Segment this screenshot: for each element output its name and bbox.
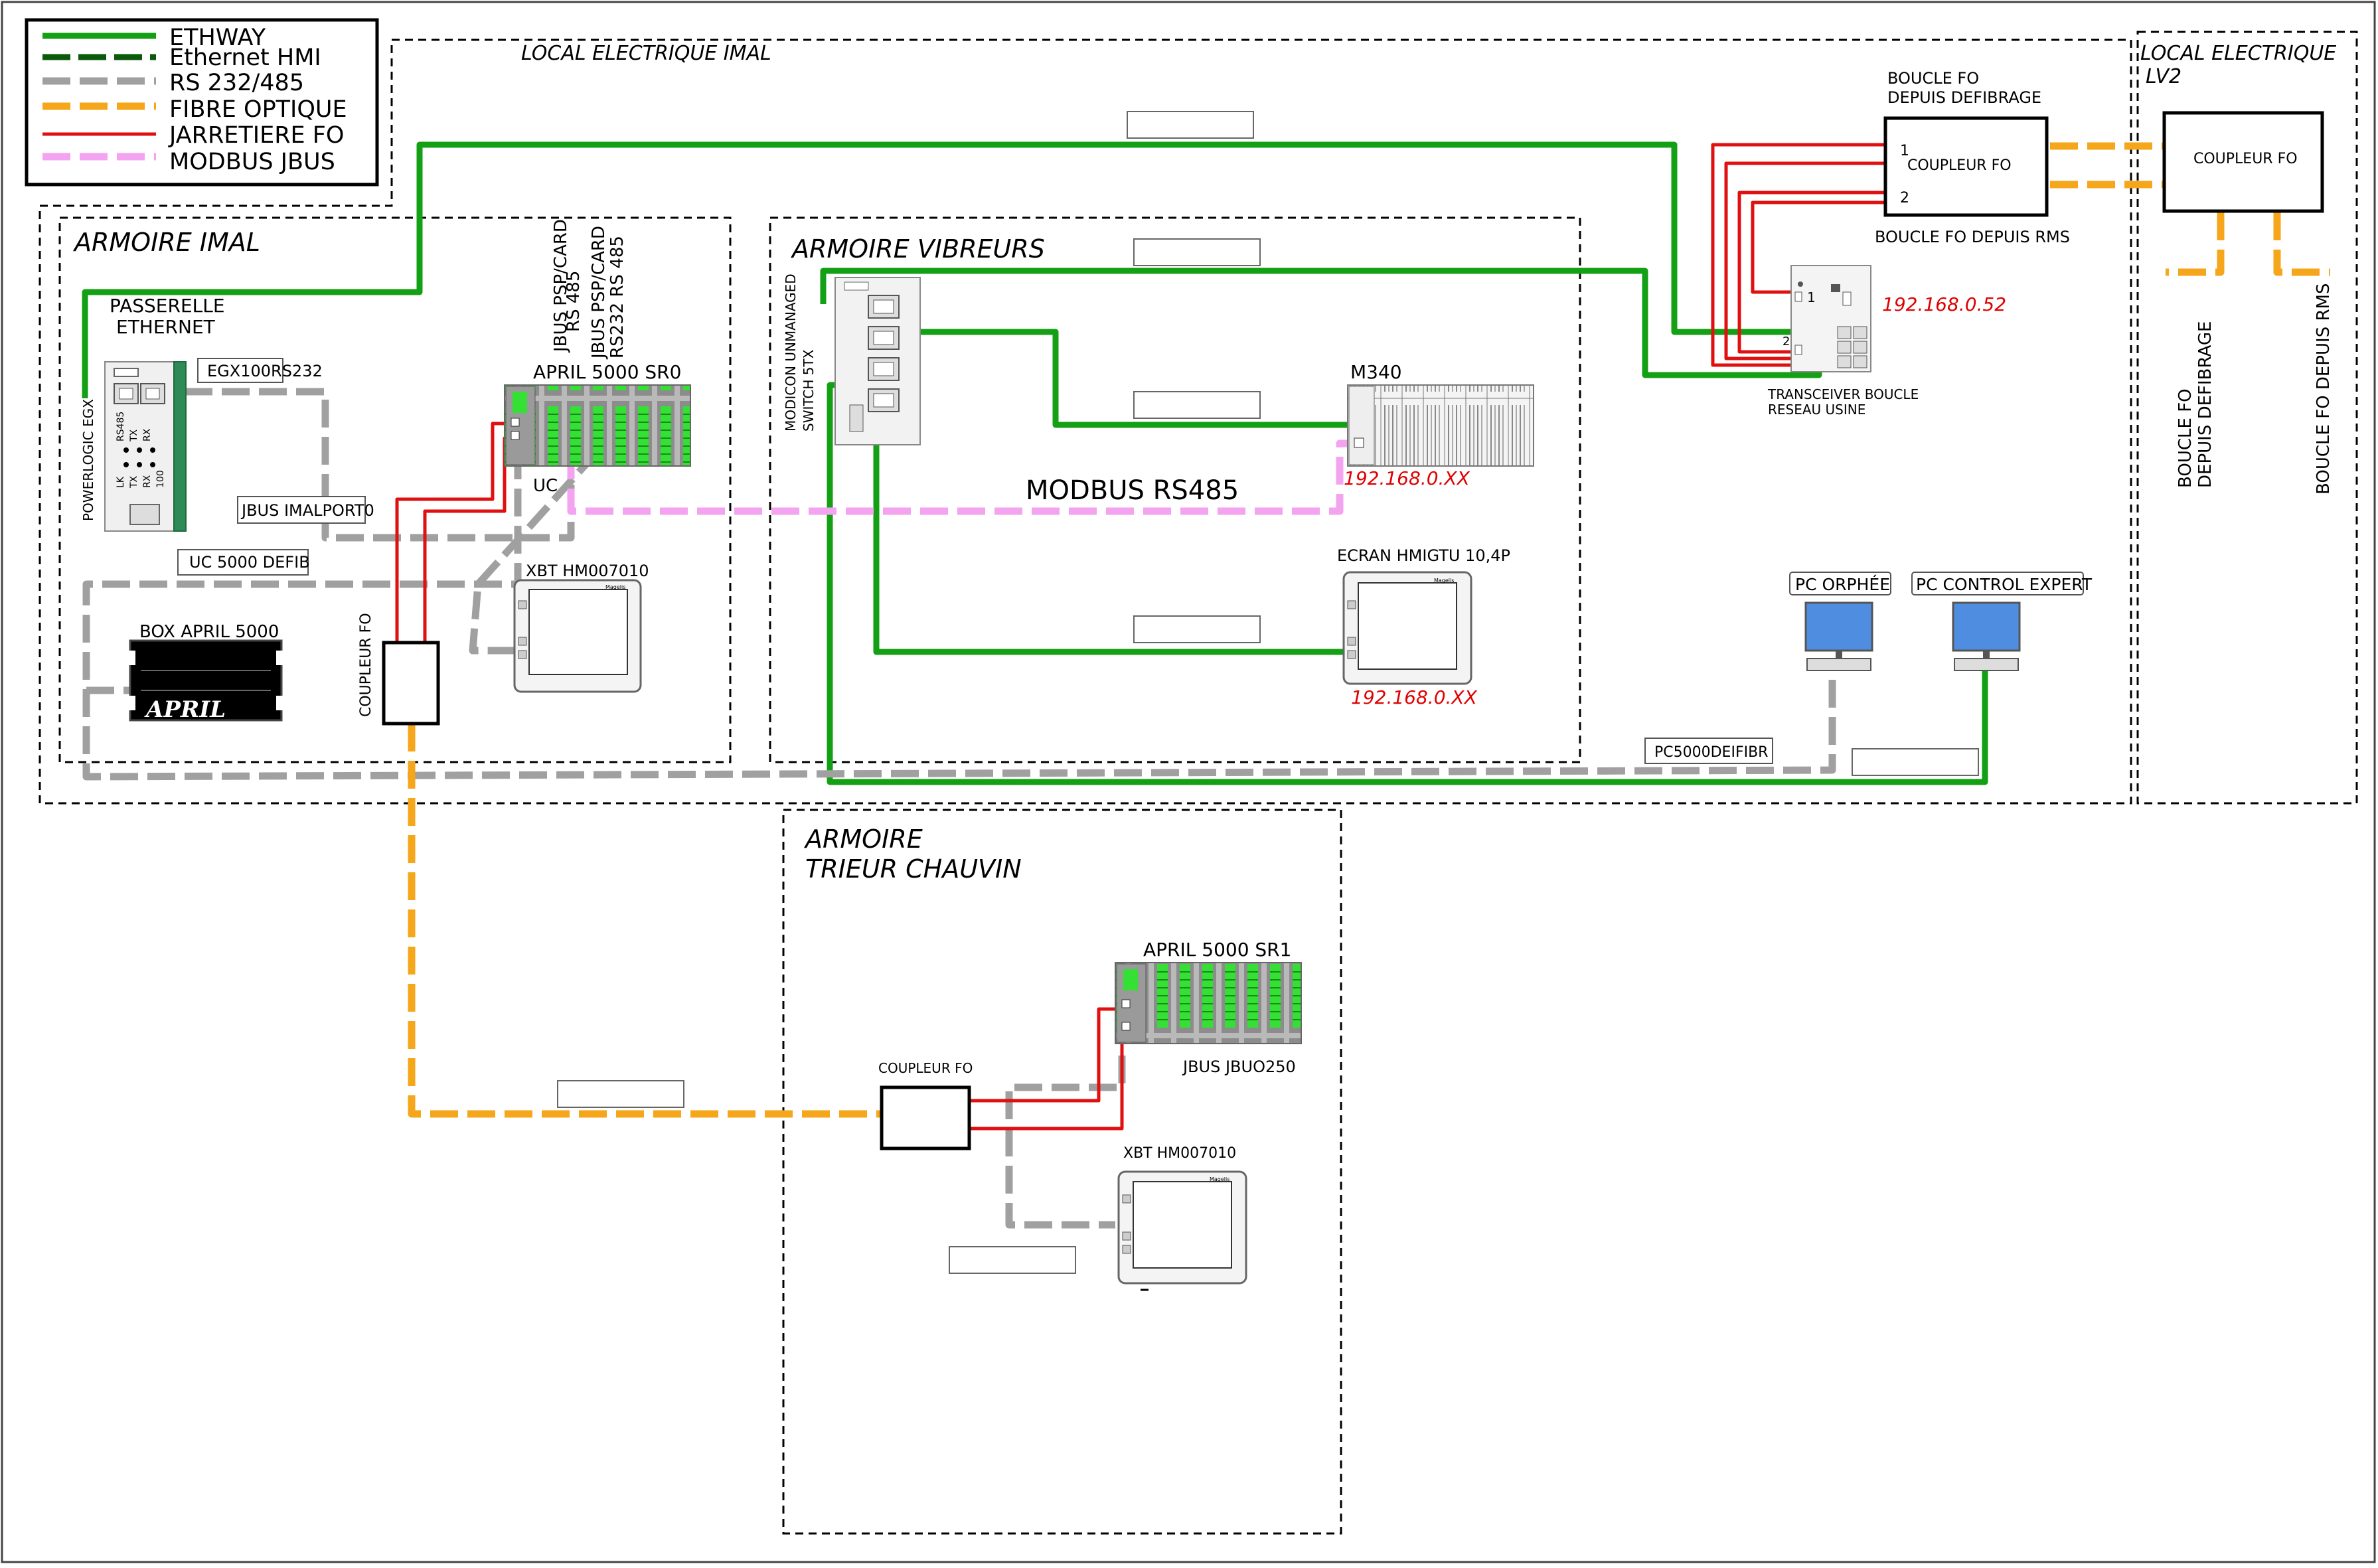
- pc-orphee-computer: [1804, 601, 1873, 671]
- jarretiere-imal-1: [395, 422, 511, 643]
- zone-armoire-trieur: [782, 809, 1342, 1535]
- april-5000-sr0-plc: [504, 384, 691, 467]
- xbt-hm-terminal-2: [1117, 1170, 1247, 1291]
- jbus-psp-rs485-label-2: RS 485: [564, 271, 584, 332]
- network-diagram: LOCAL ELECTRIQUE IMAL LOCAL ELECTRIQUE L…: [1, 1, 2376, 1563]
- boucle-fo-defib-label-2: DEPUIS DEFIBRAGE: [1887, 88, 2041, 107]
- uc-label: UC: [533, 476, 558, 496]
- ip-transceiver: 192.168.0.52: [1882, 293, 2006, 315]
- modicon-label-1: MODICON UNMANAGED: [783, 274, 799, 431]
- legend-rs232: RS 232/485: [169, 70, 304, 96]
- lv2-boucle-defib-label-2: DEPUIS DEFIBRAGE: [2195, 321, 2215, 488]
- pc-control-expert-computer: [1952, 601, 2021, 671]
- armoire-trieur-title-2: TRIEUR CHAUVIN: [805, 854, 1022, 884]
- empty-label-box: [1133, 615, 1261, 643]
- ip-m340: 192.168.0.XX: [1344, 467, 1470, 489]
- egx100-label: EGX100RS232: [207, 362, 323, 380]
- coupleur-fo-main-label: COUPLEUR FO: [1907, 157, 2012, 174]
- rs232-sr1-to-xbt: [1005, 1056, 1126, 1229]
- jbus-imalport-label: JBUS IMALPORT0: [240, 501, 374, 520]
- m340-plc: [1347, 384, 1534, 467]
- zone-lv2-title-2: LV2: [2146, 65, 2181, 88]
- uc5000-defib-label: UC 5000 DEFIB: [189, 553, 310, 572]
- empty-label-box: [1127, 111, 1254, 139]
- zone-local-imal-title: LOCAL ELECTRIQUE IMAL: [521, 42, 771, 65]
- fibre-lv2-rms: [2273, 212, 2330, 276]
- xbt-1-brand: Magelis: [605, 584, 625, 590]
- ethway-switch-to-hmi: [873, 418, 1348, 655]
- zone-lv2-title-1: LOCAL ELECTRIQUE: [2140, 42, 2336, 65]
- ecran-hmi-label: ECRAN HMIGTU 10,4P: [1337, 546, 1510, 565]
- powerlogic-egx-label: POWERLOGIC EGX: [80, 399, 96, 521]
- empty-label-box: [557, 1080, 684, 1108]
- legend-ethernet-hmi: Ethernet HMI: [169, 44, 321, 71]
- transceiver-port-2: 2: [1783, 335, 1790, 349]
- egx-tx: TX: [129, 429, 139, 442]
- armoire-vibreurs-title: ARMOIRE VIBREURS: [790, 234, 1045, 264]
- xbt-hm-label-1: XBT HM007010: [526, 562, 649, 580]
- m340-label: M340: [1350, 361, 1402, 383]
- modicon-switch-device: [834, 277, 921, 445]
- coupleur-port-1: 1: [1900, 143, 1909, 159]
- april-sr0-label: APRIL 5000 SR0: [533, 361, 681, 383]
- legend: ETHWAY Ethernet HMI RS 232/485 FIBRE OPT…: [25, 18, 379, 187]
- transceiver-port-1: 1: [1807, 289, 1816, 305]
- modbus-rs485-label: MODBUS RS485: [1026, 475, 1239, 506]
- empty-label-box: [1133, 391, 1261, 419]
- april-sr1-label: APRIL 5000 SR1: [1143, 939, 1291, 961]
- jarretiere-trieur-2: [969, 1026, 1132, 1131]
- egx-100: 100: [155, 470, 166, 488]
- legend-modbus: MODBUS JBUS: [169, 149, 335, 175]
- modicon-label-2: SWITCH 5TX: [801, 349, 817, 431]
- pc5000deifibr-label: PC5000DEIFIBR: [1654, 744, 1768, 761]
- transceiver-label-1: TRANSCEIVER BOUCLE: [1767, 386, 1919, 402]
- armoire-imal-title: ARMOIRE IMAL: [72, 228, 260, 257]
- coupleur-fo-imal-device: [382, 641, 440, 726]
- hmi-brand: Magelis: [1434, 578, 1454, 584]
- xbt-hm-label-2: XBT HM007010: [1123, 1145, 1236, 1162]
- box-april-label: BOX APRIL 5000: [139, 622, 279, 642]
- egx-rx: RX: [142, 428, 153, 441]
- coupleur-fo-trieur-device: [880, 1085, 971, 1150]
- lv2-boucle-defib-label-1: BOUCLE FO: [2176, 388, 2195, 488]
- ip-hmi: 192.168.0.XX: [1351, 686, 1478, 708]
- empty-label-box: [1852, 748, 1979, 776]
- empty-label-box: [1133, 238, 1261, 266]
- pc-control-expert-label: PC CONTROL EXPERT: [1916, 575, 2093, 594]
- fibre-lv2-defib: [2166, 212, 2225, 276]
- legend-jarretiere: JARRETIERE FO: [168, 122, 344, 149]
- armoire-trieur-title-1: ARMOIRE: [803, 824, 923, 854]
- april-5000-sr1-plc: [1115, 962, 1302, 1044]
- egx-lk: LK: [116, 476, 126, 488]
- passerelle-label-2: ETHERNET: [116, 316, 216, 338]
- boucle-fo-rms-label: BOUCLE FO DEPUIS RMS: [1875, 228, 2070, 246]
- empty-label-box: [949, 1246, 1076, 1274]
- pc-orphee-label: PC ORPHÉE: [1795, 575, 1890, 594]
- april-logo-text: APRIL: [144, 696, 226, 723]
- boucle-fo-defib-label-1: BOUCLE FO: [1887, 69, 1979, 88]
- egx-tx-2: TX: [129, 475, 139, 489]
- coupleur-fo-trieur-label: COUPLEUR FO: [878, 1060, 973, 1076]
- fibre-imal-to-trieur: [408, 724, 882, 1118]
- transceiver-label-2: RESEAU USINE: [1768, 402, 1865, 418]
- transceiver-device: [1790, 265, 1871, 372]
- lv2-boucle-rms-label: BOUCLE FO DEPUIS RMS: [2314, 283, 2334, 495]
- coupleur-fo-imal-label: COUPLEUR FO: [358, 613, 374, 717]
- legend-fibre: FIBRE OPTIQUE: [169, 96, 347, 123]
- jbus-jbuo250-label: JBUS JBUO250: [1182, 1058, 1296, 1076]
- coupleur-port-2: 2: [1900, 190, 1909, 206]
- ecran-hmi-terminal: [1342, 571, 1472, 685]
- egx-rs485: RS485: [116, 412, 126, 441]
- xbt-2-brand: Magelis: [1210, 1176, 1229, 1182]
- ethway-switch-to-transceiver: [820, 268, 1842, 378]
- jbus-psp-rs232-label-1: JBUS PSP/CARD: [589, 226, 609, 360]
- ethway-switch-to-m340: [903, 329, 1354, 428]
- xbt-hm-terminal-1: [513, 579, 642, 693]
- passerelle-label-1: PASSERELLE: [110, 295, 225, 317]
- jbus-psp-rs232-label-2: RS232 RS 485: [607, 236, 627, 358]
- lv2-coupleur-fo-label: COUPLEUR FO: [2193, 151, 2298, 167]
- egx-rx-2: RX: [142, 475, 153, 488]
- powerlogic-egx-device: [104, 361, 187, 532]
